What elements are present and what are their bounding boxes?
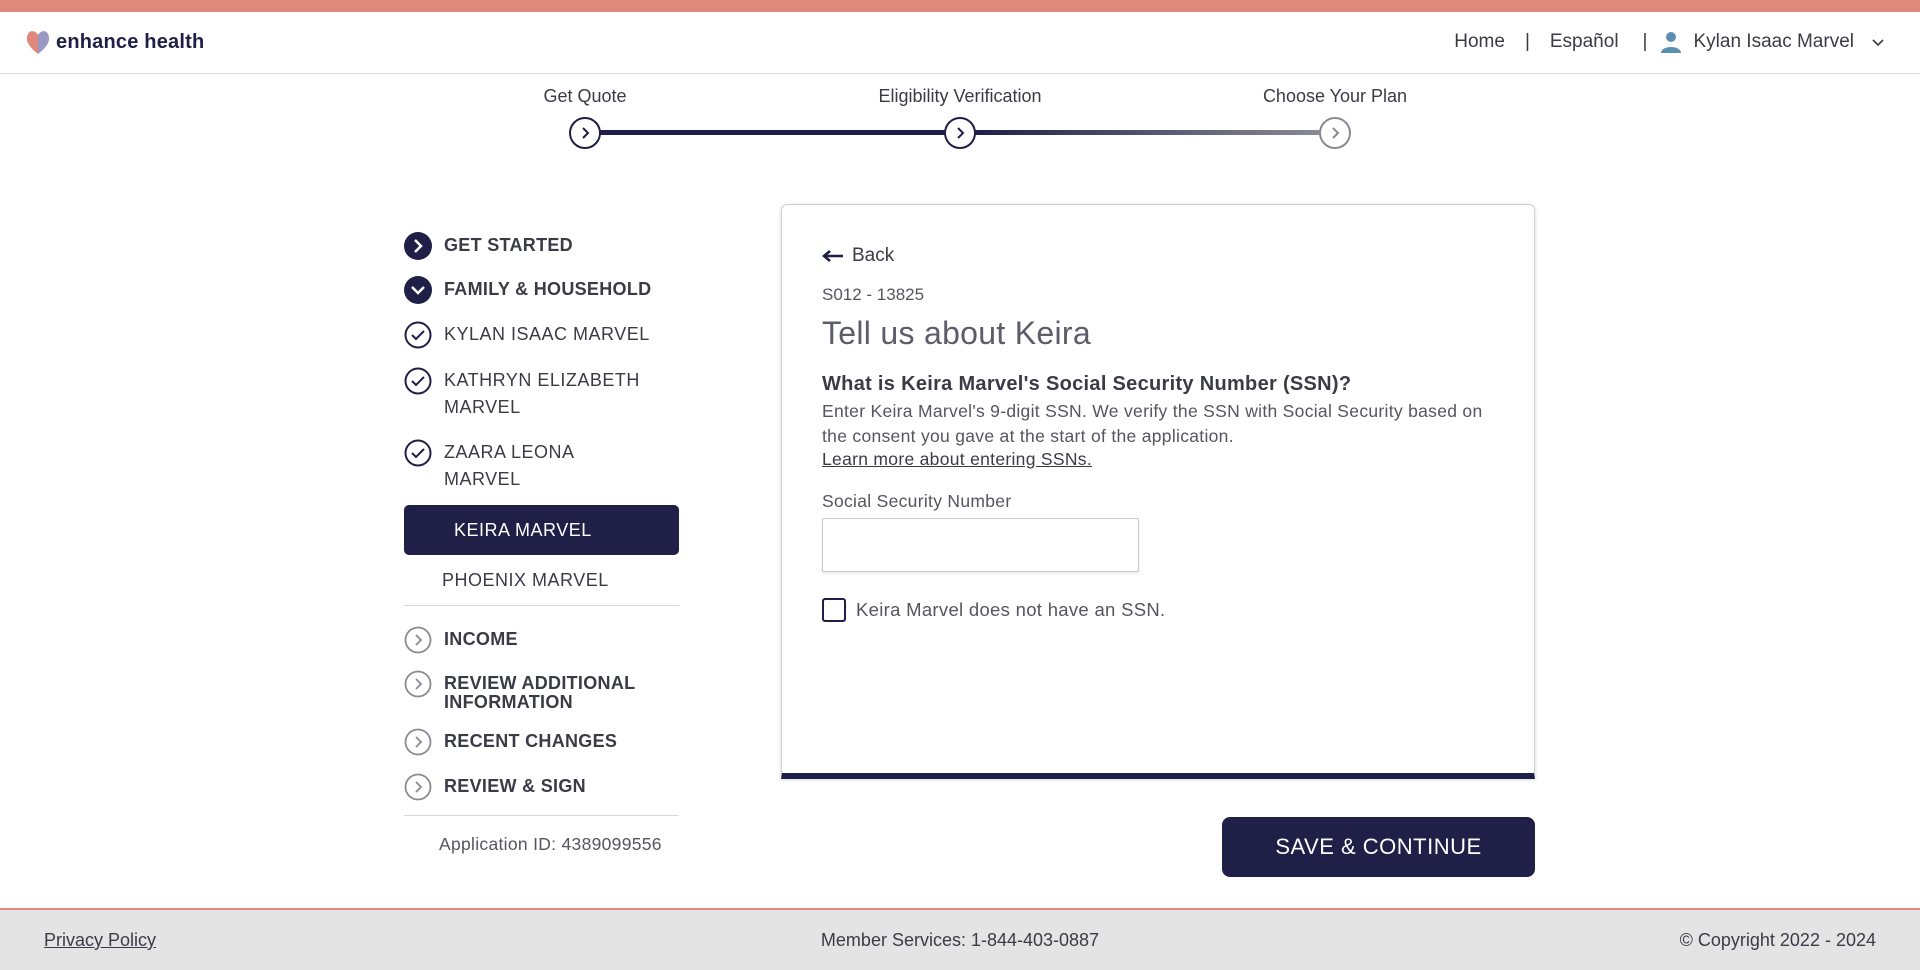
progress-step-label: Eligibility Verification bbox=[878, 86, 1042, 106]
save-continue-button[interactable]: SAVE & CONTINUE bbox=[1222, 817, 1535, 877]
application-sidebar: GET STARTED FAMILY & HOUSEHOLD KYLAN ISA… bbox=[404, 232, 680, 816]
sidebar-item-income[interactable]: INCOME bbox=[404, 626, 680, 654]
top-nav: Home | Español | Kylan Isaac Marvel bbox=[1454, 30, 1886, 54]
arrow-left-icon bbox=[822, 250, 843, 262]
no-ssn-option[interactable]: Keira Marvel does not have an SSN. bbox=[822, 598, 1165, 622]
sidebar-item-label: REVIEW & SIGN bbox=[444, 776, 586, 796]
no-ssn-label: Keira Marvel does not have an SSN. bbox=[856, 599, 1166, 620]
user-menu[interactable]: Kylan Isaac Marvel bbox=[1659, 30, 1886, 54]
top-accent-strip bbox=[0, 0, 1920, 12]
sidebar-member-label-line1: ZAARA LEONA bbox=[444, 442, 575, 462]
chevron-right-circle-icon bbox=[404, 773, 432, 801]
nav-home-link[interactable]: Home bbox=[1454, 31, 1505, 53]
user-icon bbox=[1661, 32, 1682, 53]
sidebar-item-label: INCOME bbox=[444, 629, 518, 649]
sidebar-member-label-line2: MARVEL bbox=[444, 397, 521, 417]
ssn-field-label: Social Security Number bbox=[822, 491, 1012, 511]
chevron-right-filled-icon bbox=[404, 232, 432, 260]
progress-line-complete bbox=[600, 130, 945, 135]
chevron-right-circle-icon bbox=[404, 728, 432, 756]
copyright: © Copyright 2022 - 2024 bbox=[1679, 930, 1876, 950]
nav-language-link[interactable]: Español bbox=[1550, 31, 1619, 53]
sidebar-item-label: REVIEW ADDITIONAL INFORMATION bbox=[444, 674, 635, 712]
progress-step-circle bbox=[1319, 117, 1351, 149]
sidebar-divider bbox=[404, 605, 679, 606]
question-description: Enter Keira Marvel's 9-digit SSN. We ver… bbox=[822, 401, 1483, 446]
sidebar-member-item[interactable]: KATHRYN ELIZABETH MARVEL bbox=[404, 367, 680, 421]
chevron-right-circle-icon bbox=[404, 670, 432, 698]
header: enhance health Home | Español | Kylan Is… bbox=[0, 12, 1920, 74]
sidebar-item-review-sign[interactable]: REVIEW & SIGN bbox=[404, 773, 680, 801]
checkmark-circle-icon bbox=[404, 439, 432, 467]
sidebar-item-label-line2: INFORMATION bbox=[444, 692, 573, 712]
heart-logo-icon bbox=[26, 31, 50, 54]
brand-name: enhance health bbox=[56, 30, 205, 53]
footer: Privacy Policy Member Services: 1-844-40… bbox=[0, 908, 1920, 970]
sidebar-member-label: KYLAN ISAAC MARVEL bbox=[444, 324, 650, 344]
sidebar-member-item[interactable]: ZAARA LEONA MARVEL bbox=[404, 439, 680, 493]
chevron-right-icon bbox=[1332, 127, 1340, 139]
privacy-policy-link[interactable]: Privacy Policy bbox=[44, 930, 156, 951]
sidebar-member-active[interactable]: KEIRA MARVEL bbox=[404, 505, 679, 555]
sidebar-item-label: GET STARTED bbox=[444, 235, 573, 255]
no-ssn-checkbox[interactable] bbox=[822, 598, 846, 622]
chevron-right-circle-icon bbox=[404, 626, 432, 654]
sidebar-member-item[interactable]: KYLAN ISAAC MARVEL bbox=[404, 321, 680, 349]
ssn-input[interactable] bbox=[822, 518, 1139, 572]
member-services: Member Services: 1-844-403-0887 bbox=[820, 930, 1100, 950]
checkmark-circle-icon bbox=[404, 321, 432, 349]
sidebar-member-label-line1: KATHRYN ELIZABETH bbox=[444, 370, 640, 390]
sidebar-member-label: ZAARA LEONA MARVEL bbox=[444, 439, 575, 493]
page-title: Tell us about Keira bbox=[822, 315, 1091, 351]
sidebar-item-review-additional[interactable]: REVIEW ADDITIONAL INFORMATION bbox=[404, 670, 680, 712]
user-name: Kylan Isaac Marvel bbox=[1693, 31, 1854, 52]
progress-step-label: Choose Your Plan bbox=[1262, 86, 1408, 106]
sidebar-member-label-line2: MARVEL bbox=[444, 469, 521, 489]
sidebar-item-get-started[interactable]: GET STARTED bbox=[404, 232, 680, 260]
progress-line-upcoming bbox=[975, 130, 1320, 135]
back-label: Back bbox=[852, 245, 895, 266]
progress-step-circle bbox=[944, 117, 976, 149]
application-id: Application ID: 4389099556 bbox=[439, 834, 662, 854]
screen-code: S012 - 13825 bbox=[822, 285, 925, 304]
sidebar-item-recent-changes[interactable]: RECENT CHANGES bbox=[404, 728, 680, 756]
chevron-down-icon bbox=[1872, 39, 1884, 47]
sidebar-item-label: RECENT CHANGES bbox=[444, 731, 618, 751]
ssn-form-card: Back S012 - 13825 Tell us about Keira Wh… bbox=[781, 204, 1535, 779]
checkmark-circle-icon bbox=[404, 367, 432, 395]
sidebar-member-label: KATHRYN ELIZABETH MARVEL bbox=[444, 367, 640, 421]
back-link[interactable]: Back bbox=[822, 245, 894, 267]
sidebar-divider bbox=[404, 815, 679, 816]
sidebar-item-family-household[interactable]: FAMILY & HOUSEHOLD bbox=[404, 276, 680, 304]
question-heading: What is Keira Marvel's Social Security N… bbox=[822, 373, 1352, 395]
nav-separator: | bbox=[1524, 31, 1530, 52]
chevron-right-icon bbox=[582, 127, 590, 139]
sidebar-member-pending[interactable]: PHOENIX MARVEL bbox=[404, 570, 680, 591]
brand-logo[interactable]: enhance health bbox=[24, 28, 204, 56]
progress-step-circle bbox=[569, 117, 601, 149]
nav-separator: | bbox=[1642, 31, 1648, 52]
sidebar-item-label: FAMILY & HOUSEHOLD bbox=[444, 279, 652, 299]
sidebar-item-label-line1: REVIEW ADDITIONAL bbox=[444, 673, 636, 693]
progress-step-label: Get Quote bbox=[543, 86, 627, 106]
chevron-down-filled-icon bbox=[404, 276, 432, 304]
learn-more-link[interactable]: Learn more about entering SSNs. bbox=[822, 449, 1092, 470]
chevron-right-icon bbox=[957, 127, 965, 139]
